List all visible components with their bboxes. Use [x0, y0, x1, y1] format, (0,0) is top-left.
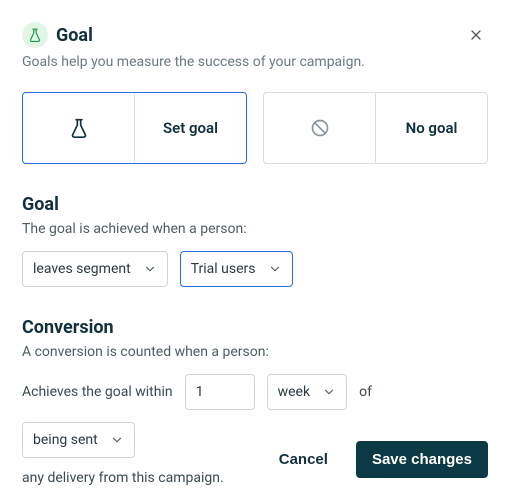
goal-heading: Goal	[22, 194, 488, 215]
flask-icon	[69, 118, 89, 138]
option-set-goal-label: Set goal	[135, 93, 246, 163]
cancel-button[interactable]: Cancel	[273, 450, 334, 469]
no-icon	[310, 118, 330, 138]
conversion-amount-input[interactable]: 1	[185, 374, 255, 410]
save-button[interactable]: Save changes	[356, 441, 488, 478]
dialog-subtitle: Goals help you measure the success of yo…	[22, 54, 488, 70]
goal-icon	[22, 22, 48, 48]
option-no-goal[interactable]: No goal	[263, 92, 488, 164]
chevron-down-icon	[110, 433, 124, 447]
option-no-goal-label: No goal	[376, 93, 487, 163]
conversion-event-value: being sent	[33, 432, 98, 448]
conversion-of: of	[359, 384, 372, 400]
chevron-down-icon	[143, 262, 157, 276]
close-icon	[468, 27, 484, 43]
conversion-event-select[interactable]: being sent	[22, 422, 135, 458]
goal-segment-select[interactable]: Trial users	[180, 251, 293, 287]
conversion-amount-value: 1	[196, 384, 204, 400]
chevron-down-icon	[268, 262, 282, 276]
conversion-prefix: Achieves the goal within	[22, 384, 173, 400]
goal-subtitle: The goal is achieved when a person:	[22, 221, 488, 237]
conversion-unit-select[interactable]: week	[267, 374, 347, 410]
close-button[interactable]	[464, 23, 488, 47]
goal-segment-value: Trial users	[191, 261, 256, 277]
option-set-goal[interactable]: Set goal	[22, 92, 247, 164]
goal-condition-select[interactable]: leaves segment	[22, 251, 168, 287]
conversion-unit-value: week	[278, 384, 310, 400]
chevron-down-icon	[322, 385, 336, 399]
conversion-heading: Conversion	[22, 317, 488, 338]
dialog-title: Goal	[56, 25, 93, 46]
goal-condition-value: leaves segment	[33, 261, 131, 277]
conversion-subtitle: A conversion is counted when a person:	[22, 344, 488, 360]
